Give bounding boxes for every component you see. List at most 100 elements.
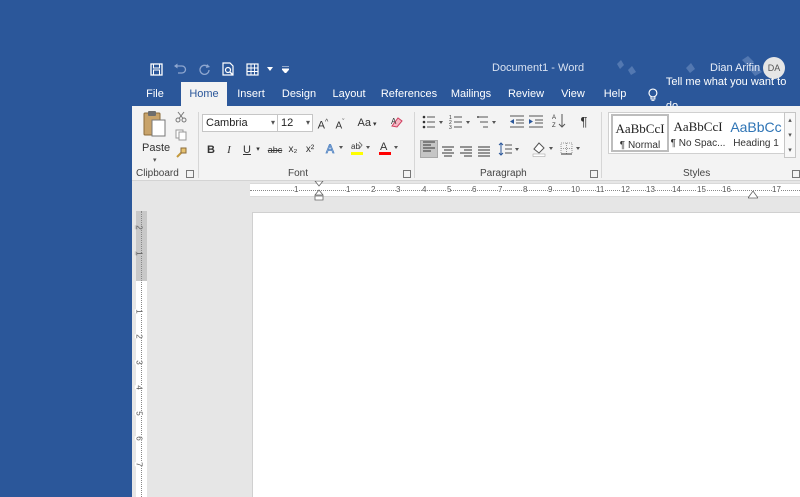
copy-icon[interactable] [175, 128, 187, 146]
tab-references[interactable]: References [380, 82, 438, 106]
svg-text:Z: Z [552, 123, 556, 129]
ruler-number: 2 [371, 185, 376, 194]
ruler-number: 15 [697, 185, 706, 194]
ruler-number: 14 [672, 185, 681, 194]
clear-formatting-icon[interactable]: A [390, 115, 404, 134]
style-sample: AaBbCc [730, 119, 782, 135]
cut-icon[interactable] [175, 110, 187, 128]
grow-font-button[interactable]: A^ [317, 115, 329, 132]
tab-insert[interactable]: Insert [232, 82, 270, 106]
sort-icon[interactable]: AZ [552, 113, 566, 134]
tab-help[interactable]: Help [599, 82, 631, 106]
svg-text:ab: ab [351, 142, 360, 151]
borders-icon[interactable] [560, 142, 584, 161]
ruler-number: 6 [134, 436, 144, 441]
bold-button[interactable]: B [206, 142, 216, 158]
show-formatting-icon[interactable]: ¶ [578, 114, 590, 130]
font-size-value: 12 [281, 117, 294, 129]
underline-button[interactable]: U [242, 142, 252, 158]
styles-group-label: Styles [683, 168, 711, 179]
redo-icon[interactable] [194, 60, 214, 78]
tell-me-box[interactable]: Tell me what you want to do [648, 76, 800, 112]
grow-font-label: A [317, 119, 326, 132]
ruler-number: 1 [134, 309, 144, 314]
paste-button[interactable]: Paste ▾ [140, 110, 171, 164]
underline-dropdown-icon[interactable]: ▾ [254, 142, 262, 158]
font-family-select[interactable]: Cambria ▾ [202, 114, 278, 132]
styles-gallery: AaBbCcI ¶ Normal AaBbCcI ¶ No Spac... Aa… [608, 112, 788, 154]
svg-text:A: A [380, 141, 388, 153]
text-effects-icon[interactable]: A [325, 141, 345, 160]
paragraph-launcher-icon[interactable] [590, 170, 598, 178]
tab-layout[interactable]: Layout [327, 82, 371, 106]
table-icon[interactable] [242, 60, 262, 78]
highlight-icon[interactable]: ab [350, 140, 372, 161]
right-indent-marker-icon[interactable] [748, 191, 758, 199]
lightbulb-icon [648, 87, 658, 101]
paste-icon [143, 111, 166, 137]
subscript-button[interactable]: x₂ [287, 142, 299, 158]
ruler-number: 16 [722, 185, 731, 194]
numbering-icon[interactable]: 123 [449, 114, 473, 135]
ruler-number: 9 [548, 185, 553, 194]
tab-design[interactable]: Design [278, 82, 320, 106]
document-title: Document1 - Word [492, 62, 585, 74]
ruler-number: 7 [498, 185, 503, 194]
ribbon-tab-bar: File Home Insert Design Layout Reference… [132, 76, 800, 112]
align-right-icon[interactable] [460, 144, 472, 162]
style-heading-1[interactable]: AaBbCc Heading 1 [727, 114, 785, 152]
decrease-indent-icon[interactable] [509, 114, 525, 133]
ruler-number: 1 [294, 185, 299, 194]
line-spacing-icon[interactable] [498, 142, 522, 161]
tab-view[interactable]: View [556, 82, 590, 106]
ruler-number: 2 [134, 334, 144, 339]
document-page[interactable] [252, 212, 800, 497]
font-color-icon[interactable]: A [378, 140, 400, 161]
superscript-button[interactable]: x² [304, 142, 316, 158]
indent-marker-icon[interactable] [314, 181, 324, 201]
bullets-icon[interactable] [422, 114, 446, 135]
font-group-label: Font [288, 168, 309, 179]
tab-home[interactable]: Home [181, 82, 227, 106]
font-launcher-icon[interactable] [403, 170, 411, 178]
style-no-spacing[interactable]: AaBbCcI ¶ No Spac... [669, 114, 727, 152]
align-center-icon[interactable] [442, 144, 454, 162]
font-family-value: Cambria [206, 117, 248, 129]
document-work-area: 1 1 2 3 4 5 6 7 8 9 10 11 12 13 14 15 16… [132, 181, 800, 497]
change-case-button[interactable]: Aa ▾ [356, 115, 378, 131]
tab-file[interactable]: File [140, 82, 170, 106]
customize-qat-icon[interactable] [278, 60, 292, 78]
italic-button[interactable]: I [224, 142, 234, 158]
shading-icon[interactable] [532, 141, 556, 162]
horizontal-ruler[interactable]: 1 1 2 3 4 5 6 7 8 9 10 11 12 13 14 15 16… [250, 181, 800, 201]
svg-text:3: 3 [449, 125, 452, 130]
font-size-select[interactable]: 12 ▾ [277, 114, 313, 132]
paste-dropdown-icon: ▾ [153, 157, 157, 164]
vertical-ruler[interactable]: 2 1 1 2 3 4 5 6 7 [134, 211, 147, 497]
increase-indent-icon[interactable] [528, 114, 544, 133]
chevron-down-icon: ▾ [270, 118, 275, 127]
undo-icon[interactable] [170, 60, 190, 78]
shrink-font-button[interactable]: Aˇ [334, 115, 346, 131]
style-normal[interactable]: AaBbCcI ¶ Normal [611, 114, 669, 152]
ruler-number: 1 [346, 185, 351, 194]
justify-icon[interactable] [478, 144, 490, 162]
styles-scroll[interactable]: ▴ ▾ ▾ [784, 112, 796, 158]
ruler-number: 11 [596, 185, 605, 194]
table-dropdown-icon[interactable] [266, 60, 274, 78]
format-painter-icon[interactable] [175, 146, 187, 164]
save-icon[interactable] [146, 60, 166, 78]
strikethrough-button[interactable]: abc [267, 142, 283, 158]
ruler-number: 17 [772, 185, 781, 194]
multilevel-list-icon[interactable] [476, 114, 500, 135]
clipboard-launcher-icon[interactable] [186, 170, 194, 178]
styles-launcher-icon[interactable] [792, 170, 800, 178]
print-preview-icon[interactable] [218, 60, 238, 78]
paste-label: Paste [142, 142, 171, 154]
align-left-button[interactable] [420, 140, 438, 158]
tab-review[interactable]: Review [505, 82, 547, 106]
paragraph-group-label: Paragraph [480, 168, 527, 179]
svg-text:A: A [552, 115, 556, 121]
ruler-number: 3 [134, 360, 144, 365]
tab-mailings[interactable]: Mailings [447, 82, 495, 106]
